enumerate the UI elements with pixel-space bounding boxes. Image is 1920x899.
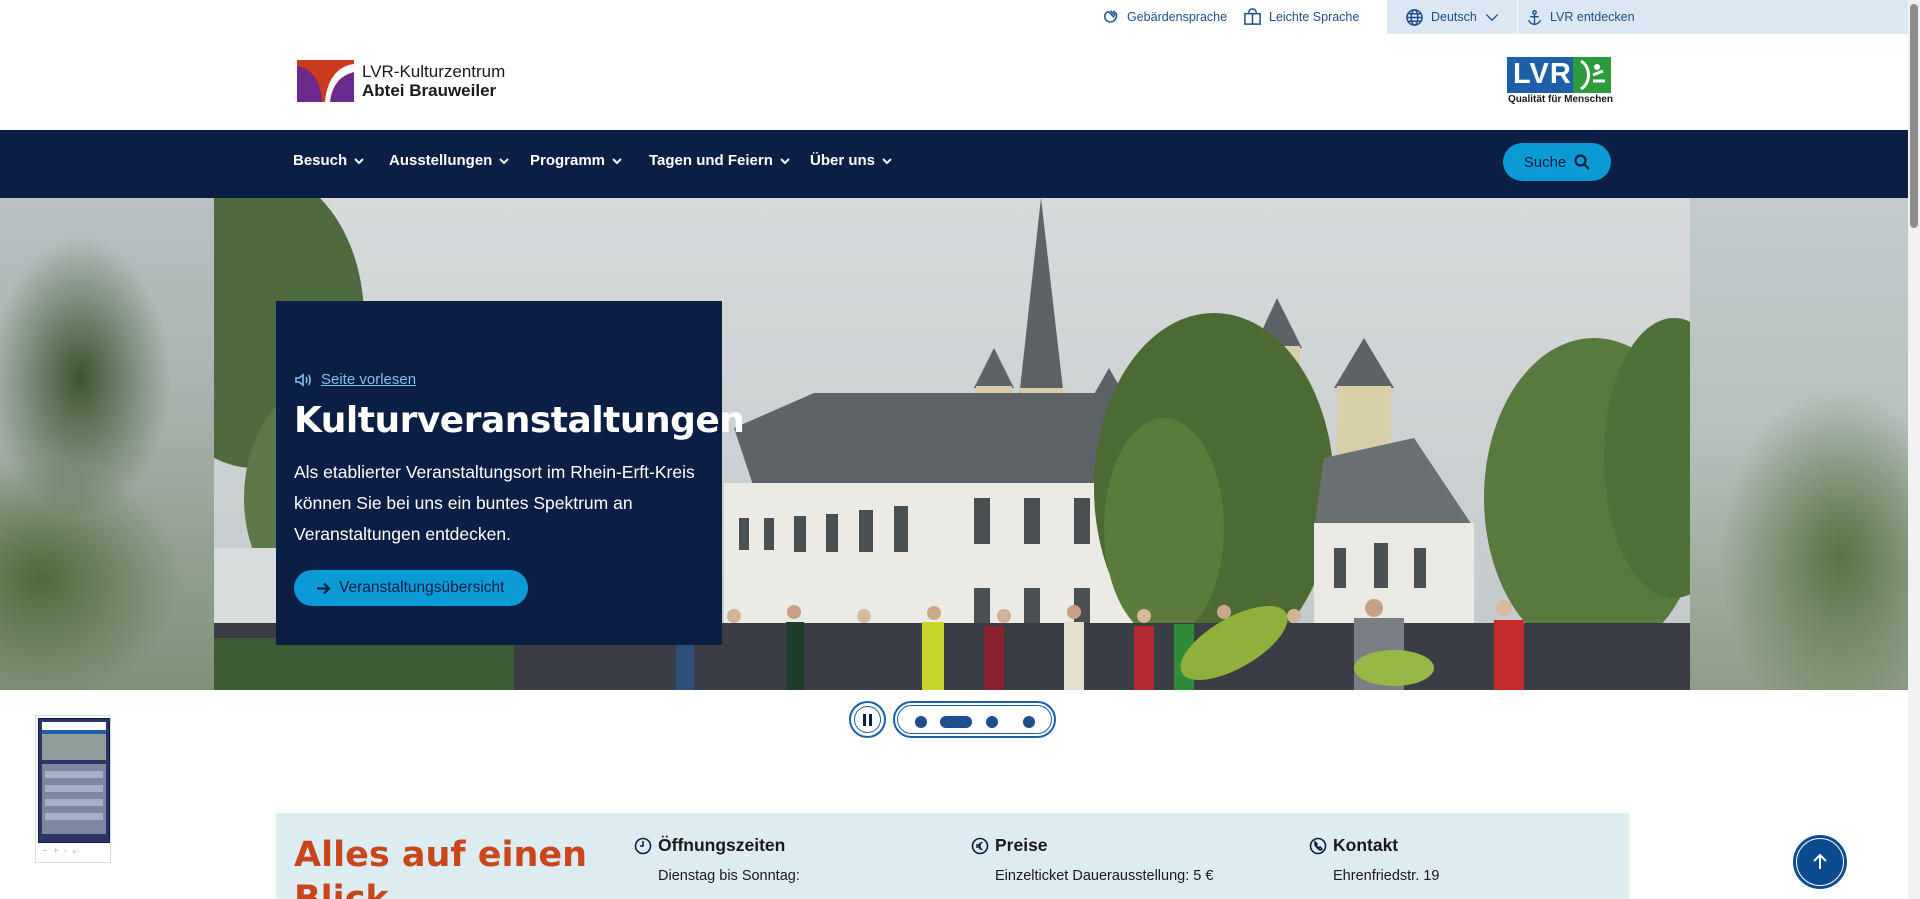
pause-icon-bar: [869, 713, 872, 726]
minimap-row: [45, 799, 103, 806]
minimap-row: [45, 813, 103, 820]
minimap-minus-icon[interactable]: −: [42, 846, 48, 857]
scrollbar-thumb[interactable]: [1910, 4, 1918, 228]
contact-text: Ehrenfriedstr. 19: [1333, 868, 1440, 884]
slide-dot-2-active[interactable]: [940, 716, 972, 728]
slide-dot-4[interactable]: [1023, 716, 1035, 728]
hero-description: Als etablierter Veranstaltungsort im Rhe…: [294, 462, 695, 544]
clock-icon: [634, 837, 652, 854]
opening-hours-text: Dienstag bis Sonntag:: [658, 868, 800, 884]
minimap-plus-icon[interactable]: +: [53, 846, 59, 857]
brand-logo[interactable]: LVR-Kulturzentrum Abtei Brauweiler: [297, 60, 505, 102]
hero-slider: Seite vorlesen Kulturveranstaltungen Als…: [0, 198, 1908, 690]
search-button-label: Suche: [1523, 153, 1567, 171]
brand-text: LVR-Kulturzentrum Abtei Brauweiler: [362, 62, 505, 100]
prices-column: Preise Einzelticket Dauerausstellung: 5 …: [971, 835, 1213, 884]
sign-language-icon: [1104, 10, 1118, 23]
easy-language-link[interactable]: Leichte Sprache: [1243, 7, 1359, 26]
pause-icon-bar: [863, 713, 866, 726]
contact-label: Kontakt: [1333, 835, 1399, 855]
prices-text: Einzelticket Dauerausstellung: 5 €: [995, 868, 1214, 884]
opening-hours-column: Öffnungszeiten Dienstag bis Sonntag:: [634, 835, 800, 884]
nav-item-label: Ausstellungen: [389, 152, 493, 169]
minimap-toolbar: − + ▫ ⤶: [38, 843, 108, 857]
main-navigation: Besuch Ausstellungen Programm Tagen und …: [0, 130, 1908, 198]
lvr-letters: LVR: [1513, 58, 1572, 90]
nav-item-ausstellungen[interactable]: Ausstellungen: [389, 152, 510, 169]
slider-pause-button[interactable]: [849, 701, 886, 738]
chevron-down-icon: [780, 157, 790, 164]
lvr-discover-link[interactable]: LVR entdecken: [1518, 0, 1908, 34]
slide-dot-1[interactable]: [915, 716, 927, 728]
event-overview-label: Veranstaltungsübersicht: [339, 579, 505, 596]
phone-icon: [1309, 837, 1327, 854]
search-button[interactable]: Suche: [1503, 143, 1611, 181]
speaker-icon: [295, 372, 311, 387]
opening-hours-label: Öffnungszeiten: [658, 835, 786, 855]
info-overview-section: Alles auf einen Blick Öffnungszeiten Die…: [276, 813, 1629, 899]
hero-blurred-foliage-left: [0, 198, 215, 690]
brand-line2: Abtei Brauweiler: [362, 81, 497, 100]
contact-column: Kontakt Ehrenfriedstr. 19: [1309, 835, 1439, 884]
nav-item-label: Besuch: [293, 152, 348, 169]
info-section-title: Alles auf einen Blick: [294, 835, 588, 899]
globe-icon: [1406, 8, 1423, 26]
minimap-fit-icon[interactable]: ▫: [64, 846, 68, 857]
hero-title: Kulturveranstaltungen: [294, 400, 745, 441]
nav-item-besuch[interactable]: Besuch: [293, 152, 364, 169]
nav-item-programm[interactable]: Programm: [530, 152, 622, 169]
page-scrollbar[interactable]: [1908, 0, 1920, 899]
read-aloud-label: Seite vorlesen: [321, 371, 417, 388]
sign-language-link[interactable]: Gebärdensprache: [1101, 7, 1227, 26]
nav-item-ueber-uns[interactable]: Über uns: [810, 152, 892, 169]
abtei-logo-icon: [297, 60, 354, 102]
nav-item-label: Programm: [530, 152, 606, 169]
hero-blurred-foliage-right: [1690, 198, 1908, 690]
nav-item-label: Über uns: [810, 152, 876, 169]
slide-dot-3[interactable]: [986, 716, 998, 728]
slider-pagination: [893, 701, 1056, 738]
euro-icon: [971, 837, 989, 854]
hero-teaser-card: Seite vorlesen Kulturveranstaltungen Als…: [276, 301, 745, 645]
read-aloud-link[interactable]: Seite vorlesen: [294, 371, 704, 388]
nav-item-label: Tagen und Feiern: [649, 152, 773, 169]
chevron-down-icon: [1485, 14, 1498, 22]
minimap-header: [42, 722, 106, 730]
lvr-figure-icon: [1580, 59, 1605, 91]
lvr-logo-green: [1573, 57, 1611, 93]
language-label: Deutsch: [1431, 10, 1477, 24]
arrow-up-icon: [1813, 853, 1827, 869]
back-to-top-button[interactable]: [1793, 835, 1847, 889]
minimap-close-icon[interactable]: ⤶: [72, 846, 78, 857]
page-minimap[interactable]: − + ▫ ⤶: [35, 715, 111, 863]
easy-language-icon: [1244, 8, 1261, 25]
minimap-row: [45, 785, 103, 792]
easy-language-label: Leichte Sprache: [1269, 9, 1360, 24]
event-overview-button[interactable]: Veranstaltungsübersicht: [294, 570, 529, 606]
sign-language-label: Gebärdensprache: [1127, 9, 1228, 24]
minimap-hero: [42, 734, 106, 760]
lvr-tagline: Qualität für Menschen: [1508, 94, 1614, 105]
chevron-down-icon: [499, 157, 510, 164]
prices-heading: Preise: [971, 835, 1213, 856]
chevron-down-icon: [612, 157, 622, 164]
minimap-row: [45, 771, 103, 778]
site-header: LVR-Kulturzentrum Abtei Brauweiler LVR Q…: [0, 34, 1908, 130]
minimap-preview: [38, 718, 110, 843]
contact-heading: Kontakt: [1309, 835, 1439, 856]
lvr-discover-label: LVR entdecken: [1550, 10, 1635, 24]
anchor-icon: [1527, 9, 1542, 25]
nav-item-tagen-und-feiern[interactable]: Tagen und Feiern: [649, 152, 790, 169]
lvr-logo[interactable]: LVR Qualität für Menschen: [1507, 57, 1614, 105]
language-select[interactable]: Deutsch: [1387, 0, 1517, 34]
opening-hours-heading: Öffnungszeiten: [634, 835, 800, 856]
prices-label: Preise: [995, 835, 1048, 855]
chevron-down-icon: [882, 157, 892, 164]
arrow-right-icon: [317, 582, 331, 594]
chevron-down-icon: [354, 157, 364, 164]
brand-line1: LVR-Kulturzentrum: [362, 62, 506, 81]
search-icon: [1574, 154, 1591, 170]
